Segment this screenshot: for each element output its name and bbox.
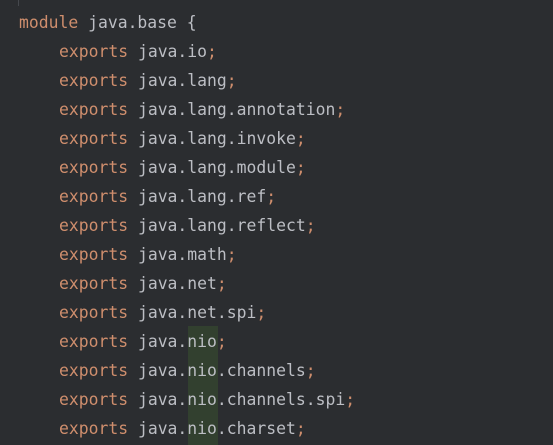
module-keyword: module — [19, 13, 79, 32]
code-line-exports[interactable]: exports java.nio; — [19, 327, 227, 356]
module-name: java.base — [88, 13, 177, 32]
package-name: java.math — [137, 245, 227, 264]
exports-keyword: exports — [59, 274, 129, 293]
code-line-exports[interactable]: exports java.lang.reflect; — [19, 211, 316, 240]
exports-keyword: exports — [59, 332, 129, 351]
exports-keyword: exports — [59, 187, 129, 206]
package-name: java.net.spi — [137, 303, 257, 322]
open-brace: { — [186, 13, 197, 32]
code-line-exports[interactable]: exports java.lang.module; — [19, 153, 306, 182]
semicolon: ; — [226, 245, 237, 264]
exports-keyword: exports — [59, 390, 129, 409]
exports-keyword: exports — [59, 419, 129, 438]
code-line-exports[interactable]: exports java.nio.channels; — [19, 356, 316, 385]
code-line-exports[interactable]: exports java.net.spi; — [19, 298, 266, 327]
code-line-exports[interactable]: exports java.io; — [19, 37, 217, 66]
semicolon: ; — [256, 303, 267, 322]
semicolon: ; — [226, 71, 237, 90]
semicolon: ; — [295, 419, 306, 438]
package-name: java.lang.invoke — [137, 129, 296, 148]
indent-guide — [18, 0, 19, 6]
semicolon: ; — [305, 216, 316, 235]
semicolon: ; — [207, 42, 217, 61]
exports-keyword: exports — [59, 361, 129, 380]
exports-keyword: exports — [59, 303, 129, 322]
semicolon: ; — [295, 129, 306, 148]
semicolon: ; — [305, 361, 316, 380]
semicolon: ; — [216, 332, 227, 351]
package-name: java.net — [137, 274, 217, 293]
exports-keyword: exports — [59, 71, 129, 90]
exports-keyword: exports — [59, 245, 129, 264]
package-name: java.nio.channels — [137, 361, 306, 380]
exports-keyword: exports — [59, 42, 129, 61]
package-name: java.lang.module — [137, 158, 296, 177]
code-line-exports[interactable]: exports java.net; — [19, 269, 227, 298]
semicolon: ; — [216, 274, 227, 293]
exports-keyword: exports — [59, 158, 129, 177]
code-line-exports[interactable]: exports java.lang.ref; — [19, 182, 276, 211]
package-name: java.lang.annotation — [137, 100, 336, 119]
package-name: java.nio.charset — [137, 419, 296, 438]
package-name: java.io — [137, 42, 208, 61]
semicolon: ; — [335, 100, 346, 119]
code-line-exports[interactable]: exports java.lang.annotation; — [19, 95, 345, 124]
code-line-exports[interactable]: exports java.lang; — [19, 66, 237, 95]
code-line-exports[interactable]: exports java.math; — [19, 240, 237, 269]
code-line-exports[interactable]: exports java.nio.charset; — [19, 414, 306, 443]
code-line-exports[interactable]: exports java.lang.invoke; — [19, 124, 306, 153]
package-name: java.lang.reflect — [137, 216, 306, 235]
package-name: java.lang.ref — [137, 187, 267, 206]
semicolon: ; — [345, 390, 356, 409]
exports-keyword: exports — [59, 129, 129, 148]
package-name: java.lang — [137, 71, 227, 90]
code-line-exports[interactable]: exports java.nio.channels.spi; — [19, 385, 355, 414]
semicolon: ; — [266, 187, 277, 206]
code-line-module-declaration[interactable]: module java.base { — [19, 8, 197, 37]
code-editor[interactable]: module java.base { exports java.io; expor… — [0, 0, 553, 445]
package-name: java.nio.channels.spi — [137, 390, 346, 409]
semicolon: ; — [295, 158, 306, 177]
package-name: java.nio — [137, 332, 217, 351]
exports-keyword: exports — [59, 216, 129, 235]
exports-keyword: exports — [59, 100, 129, 119]
